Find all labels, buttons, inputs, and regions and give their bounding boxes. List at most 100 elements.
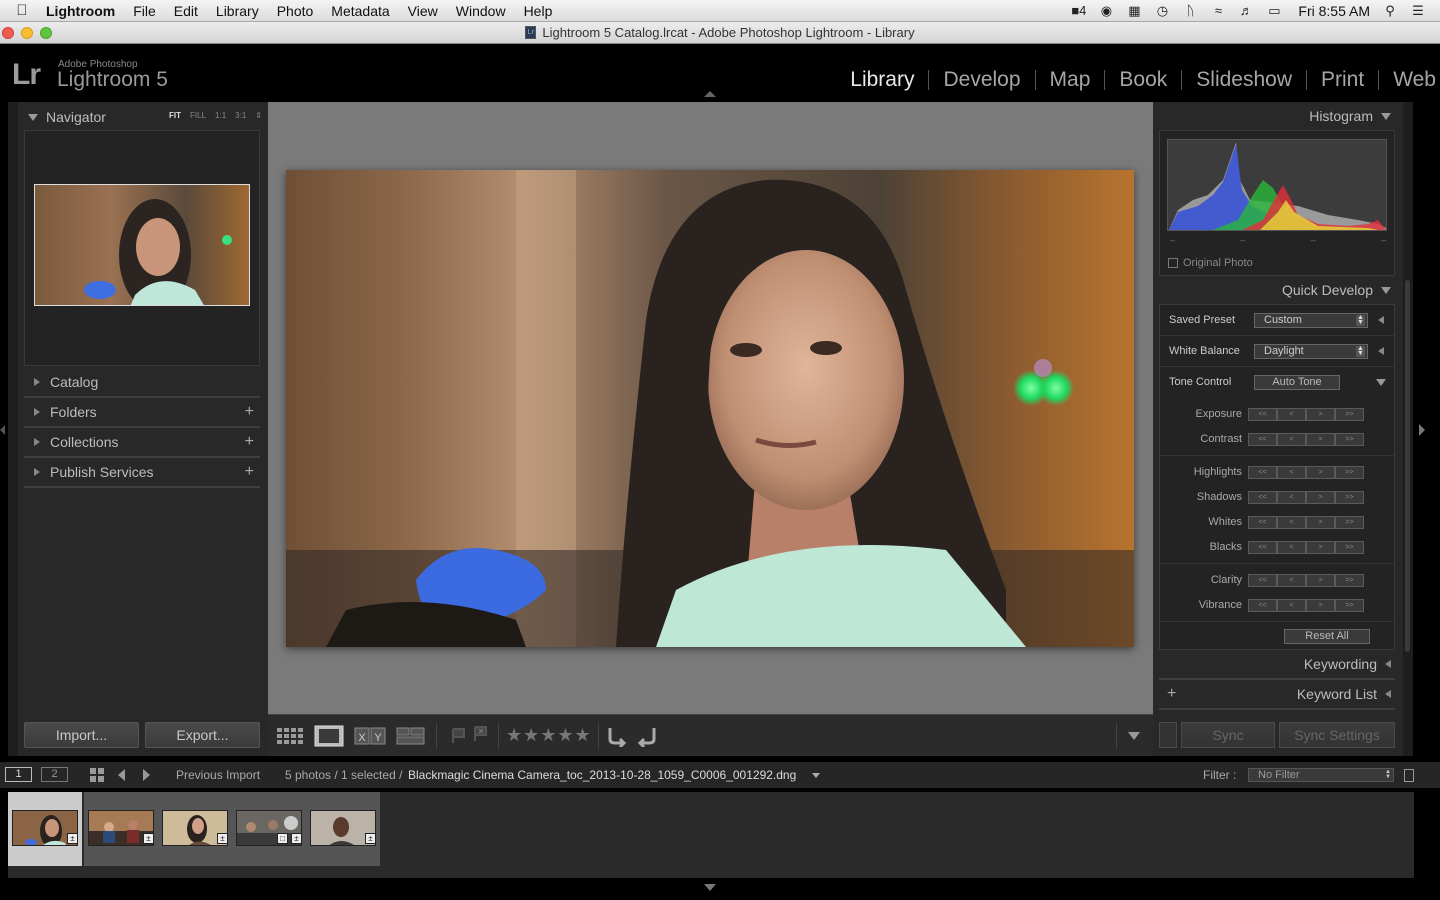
primary-window-button[interactable]: 1 (5, 767, 32, 782)
window-zoom-button[interactable] (40, 27, 52, 39)
quick-develop-header[interactable]: Quick Develop (1159, 276, 1395, 304)
decrease-small-button[interactable]: < (1277, 573, 1306, 587)
zoom-fit[interactable]: FIT (169, 111, 181, 120)
white-balance-select[interactable]: Daylight ▲ ▼ (1254, 343, 1368, 359)
copy-badge-icon[interactable]: □ (277, 833, 288, 844)
module-print[interactable]: Print (1321, 68, 1364, 92)
collapse-triangle-icon[interactable] (1376, 378, 1386, 386)
increase-large-button[interactable]: >> (1335, 540, 1364, 554)
add-publish-service-icon[interactable]: + (245, 463, 254, 481)
original-photo-toggle[interactable]: Original Photo (1168, 257, 1253, 269)
menubar-clock[interactable]: Fri 8:55 AM (1294, 3, 1370, 19)
decrease-large-button[interactable]: << (1248, 407, 1277, 421)
spotlight-search-icon[interactable]: ⚲ (1382, 3, 1398, 19)
decrease-large-button[interactable]: << (1248, 490, 1277, 504)
publish-services-section[interactable]: Publish Services + (24, 458, 260, 488)
develop-badge-icon[interactable]: ± (217, 833, 228, 844)
keyword-list-header[interactable]: + Keyword List (1159, 680, 1395, 708)
window-minimize-button[interactable] (21, 27, 33, 39)
filmstrip-cell[interactable]: ± (306, 792, 380, 866)
add-folder-icon[interactable]: + (245, 403, 254, 421)
saved-preset-select[interactable]: Custom ▲ ▼ (1254, 312, 1368, 328)
increase-small-button[interactable]: > (1306, 432, 1335, 446)
expand-triangle-icon[interactable] (1378, 347, 1384, 355)
adobe-tray-icon[interactable]: ■4 (1071, 3, 1086, 18)
volume-icon[interactable]: ♬ (1238, 3, 1254, 18)
filmstrip-cell[interactable]: ± (84, 792, 158, 866)
zoom-stepper-icon[interactable]: ⇕ (255, 111, 262, 120)
increase-large-button[interactable]: >> (1335, 490, 1364, 504)
loupe-view-icon[interactable] (314, 725, 344, 747)
original-photo-checkbox[interactable] (1168, 258, 1178, 268)
right-panel-scrollbar[interactable] (1405, 280, 1410, 652)
window-close-button[interactable] (2, 27, 14, 39)
time-machine-icon[interactable]: ◷ (1154, 3, 1170, 19)
sync-button[interactable]: Sync (1181, 722, 1275, 748)
filter-lock-icon[interactable] (1404, 769, 1414, 782)
filmstrip-toggle-icon[interactable] (704, 884, 716, 891)
filter-select[interactable]: No Filter ▲ ▼ (1248, 768, 1394, 782)
module-book[interactable]: Book (1119, 68, 1167, 92)
increase-small-button[interactable]: > (1306, 465, 1335, 479)
increase-large-button[interactable]: >> (1335, 432, 1364, 446)
develop-badge-icon[interactable]: ± (143, 833, 154, 844)
menu-edit[interactable]: Edit (165, 3, 207, 19)
increase-small-button[interactable]: > (1306, 515, 1335, 529)
import-button[interactable]: Import... (24, 722, 139, 748)
menu-window[interactable]: Window (447, 3, 515, 19)
decrease-large-button[interactable]: << (1248, 573, 1277, 587)
decrease-small-button[interactable]: < (1277, 432, 1306, 446)
toolbar-options-chevron-icon[interactable] (1128, 732, 1140, 740)
decrease-small-button[interactable]: < (1277, 465, 1306, 479)
export-button[interactable]: Export... (145, 722, 260, 748)
wifi-icon[interactable]: ≈ (1210, 3, 1226, 18)
collections-section[interactable]: Collections + (24, 428, 260, 458)
flag-pick-icon[interactable] (450, 727, 468, 745)
decrease-small-button[interactable]: < (1277, 490, 1306, 504)
menu-file[interactable]: File (124, 3, 165, 19)
decrease-small-button[interactable]: < (1277, 540, 1306, 554)
module-web[interactable]: Web (1393, 68, 1440, 92)
increase-small-button[interactable]: > (1306, 407, 1335, 421)
grid-view-icon[interactable] (276, 726, 306, 746)
filmstrip-source[interactable]: Previous Import (176, 768, 260, 782)
reset-all-button[interactable]: Reset All (1284, 629, 1370, 644)
module-map[interactable]: Map (1050, 68, 1091, 92)
left-panel-toggle-icon[interactable] (0, 425, 5, 435)
compare-view-icon[interactable]: X Y (354, 726, 386, 746)
develop-badge-icon[interactable]: ± (291, 833, 302, 844)
navigator-header[interactable]: Navigator FIT FILL 1:1 3:1 ⇕ (18, 102, 268, 132)
filmstrip-cell[interactable]: ± (158, 792, 232, 866)
survey-view-icon[interactable] (396, 726, 426, 746)
bluetooth-icon[interactable]: ᚢ (1182, 3, 1198, 18)
filmstrip-filename[interactable]: Blackmagic Cinema Camera_toc_2013-10-28_… (408, 768, 796, 782)
forward-arrow-icon[interactable] (139, 768, 153, 782)
filmstrip-cell[interactable]: □ ± (232, 792, 306, 866)
zoom-3-1[interactable]: 3:1 (235, 111, 246, 120)
decrease-large-button[interactable]: << (1248, 432, 1277, 446)
top-panel-toggle-icon[interactable] (704, 91, 716, 97)
auto-sync-toggle[interactable] (1159, 722, 1177, 748)
module-library[interactable]: Library (850, 68, 914, 92)
menu-photo[interactable]: Photo (268, 3, 323, 19)
expand-triangle-icon[interactable] (1378, 316, 1384, 324)
decrease-small-button[interactable]: < (1277, 598, 1306, 612)
zoom-fill[interactable]: FILL (190, 111, 206, 120)
decrease-large-button[interactable]: << (1248, 540, 1277, 554)
filmstrip-cell[interactable]: ± (8, 792, 82, 866)
filename-dropdown-icon[interactable] (812, 773, 820, 778)
grid-view-icon[interactable] (89, 767, 105, 783)
sync-settings-button[interactable]: Sync Settings (1279, 722, 1395, 748)
increase-small-button[interactable]: > (1306, 573, 1335, 587)
menu-metadata[interactable]: Metadata (322, 3, 398, 19)
back-arrow-icon[interactable] (115, 768, 129, 782)
battery-icon[interactable]: ▭ (1266, 3, 1282, 19)
zoom-1-1[interactable]: 1:1 (215, 111, 226, 120)
increase-small-button[interactable]: > (1306, 598, 1335, 612)
increase-small-button[interactable]: > (1306, 540, 1335, 554)
apple-menu-icon[interactable]:  (0, 2, 44, 19)
navigator-preview-image[interactable] (34, 184, 250, 306)
add-keyword-icon[interactable]: + (1167, 685, 1176, 703)
decrease-small-button[interactable]: < (1277, 407, 1306, 421)
decrease-large-button[interactable]: << (1248, 598, 1277, 612)
